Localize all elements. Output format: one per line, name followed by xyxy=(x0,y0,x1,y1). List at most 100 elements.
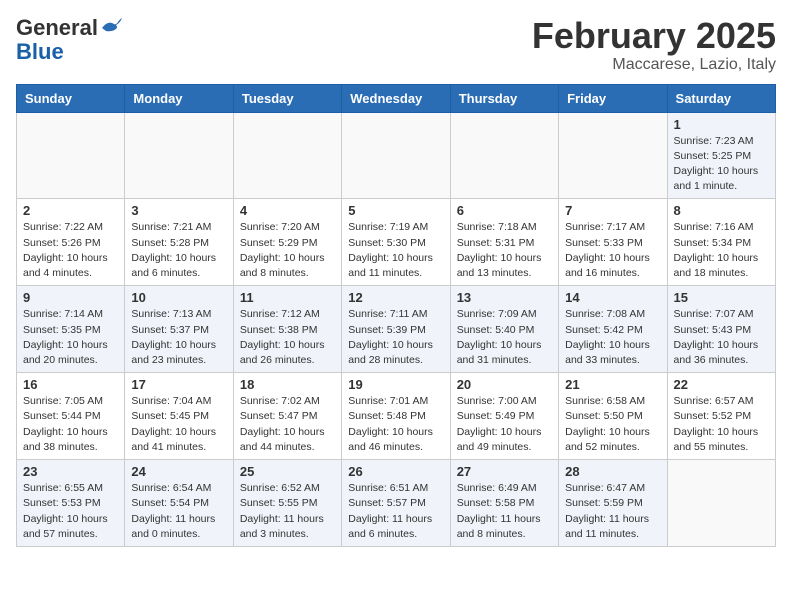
day-info: Sunrise: 7:09 AM Sunset: 5:40 PM Dayligh… xyxy=(457,307,552,368)
day-info: Sunrise: 7:21 AM Sunset: 5:28 PM Dayligh… xyxy=(131,220,226,281)
location-title: Maccarese, Lazio, Italy xyxy=(532,56,776,74)
calendar-cell xyxy=(559,112,667,199)
day-info: Sunrise: 7:12 AM Sunset: 5:38 PM Dayligh… xyxy=(240,307,335,368)
day-number: 9 xyxy=(23,290,118,305)
calendar-cell: 17Sunrise: 7:04 AM Sunset: 5:45 PM Dayli… xyxy=(125,373,233,460)
calendar-cell: 9 Sunrise: 7:14 AM Sunset: 5:35 PM Daylig… xyxy=(17,286,125,373)
day-number: 13 xyxy=(457,290,552,305)
logo: General Blue xyxy=(16,16,122,64)
day-info: Sunrise: 7:19 AM Sunset: 5:30 PM Dayligh… xyxy=(348,220,443,281)
calendar-cell: 4 Sunrise: 7:20 AM Sunset: 5:29 PM Daylig… xyxy=(233,199,341,286)
calendar-cell: 1 Sunrise: 7:23 AM Sunset: 5:25 PM Daylig… xyxy=(667,112,775,199)
calendar-cell xyxy=(125,112,233,199)
calendar-cell: 14Sunrise: 7:08 AM Sunset: 5:42 PM Dayli… xyxy=(559,286,667,373)
day-number: 18 xyxy=(240,377,335,392)
calendar-cell xyxy=(342,112,450,199)
day-number: 6 xyxy=(457,203,552,218)
title-block: February 2025 Maccarese, Lazio, Italy xyxy=(532,16,776,74)
calendar-cell: 7Sunrise: 7:17 AM Sunset: 5:33 PM Daylig… xyxy=(559,199,667,286)
day-info: Sunrise: 7:23 AM Sunset: 5:25 PM Dayligh… xyxy=(674,134,769,195)
day-info: Sunrise: 7:02 AM Sunset: 5:47 PM Dayligh… xyxy=(240,394,335,455)
calendar-cell: 23Sunrise: 6:55 AM Sunset: 5:53 PM Dayli… xyxy=(17,460,125,547)
calendar-cell: 6 Sunrise: 7:18 AM Sunset: 5:31 PM Daylig… xyxy=(450,199,558,286)
calendar-table: SundayMondayTuesdayWednesdayThursdayFrid… xyxy=(16,84,776,547)
calendar-cell: 26 Sunrise: 6:51 AM Sunset: 5:57 PM Dayli… xyxy=(342,460,450,547)
day-info: Sunrise: 7:01 AM Sunset: 5:48 PM Dayligh… xyxy=(348,394,443,455)
calendar-week-row: 9 Sunrise: 7:14 AM Sunset: 5:35 PM Daylig… xyxy=(17,286,776,373)
weekday-header-friday: Friday xyxy=(559,84,667,112)
calendar-cell: 27Sunrise: 6:49 AM Sunset: 5:58 PM Dayli… xyxy=(450,460,558,547)
calendar-cell: 8Sunrise: 7:16 AM Sunset: 5:34 PM Daylig… xyxy=(667,199,775,286)
day-number: 26 xyxy=(348,464,443,479)
day-number: 22 xyxy=(674,377,769,392)
day-info: Sunrise: 6:58 AM Sunset: 5:50 PM Dayligh… xyxy=(565,394,660,455)
calendar-cell xyxy=(450,112,558,199)
day-number: 11 xyxy=(240,290,335,305)
weekday-header-tuesday: Tuesday xyxy=(233,84,341,112)
day-info: Sunrise: 7:13 AM Sunset: 5:37 PM Dayligh… xyxy=(131,307,226,368)
calendar-week-row: 2 Sunrise: 7:22 AM Sunset: 5:26 PM Daylig… xyxy=(17,199,776,286)
day-info: Sunrise: 7:20 AM Sunset: 5:29 PM Dayligh… xyxy=(240,220,335,281)
day-info: Sunrise: 7:14 AM Sunset: 5:35 PM Dayligh… xyxy=(23,307,118,368)
calendar-cell: 13 Sunrise: 7:09 AM Sunset: 5:40 PM Dayli… xyxy=(450,286,558,373)
day-number: 15 xyxy=(674,290,769,305)
calendar-cell xyxy=(233,112,341,199)
calendar-cell: 20 Sunrise: 7:00 AM Sunset: 5:49 PM Dayli… xyxy=(450,373,558,460)
logo-bird-icon xyxy=(100,18,122,36)
day-info: Sunrise: 7:00 AM Sunset: 5:49 PM Dayligh… xyxy=(457,394,552,455)
day-info: Sunrise: 6:52 AM Sunset: 5:55 PM Dayligh… xyxy=(240,481,335,542)
calendar-cell: 16 Sunrise: 7:05 AM Sunset: 5:44 PM Dayli… xyxy=(17,373,125,460)
day-number: 20 xyxy=(457,377,552,392)
calendar-cell: 24 Sunrise: 6:54 AM Sunset: 5:54 PM Dayli… xyxy=(125,460,233,547)
weekday-header-monday: Monday xyxy=(125,84,233,112)
day-info: Sunrise: 7:11 AM Sunset: 5:39 PM Dayligh… xyxy=(348,307,443,368)
day-info: Sunrise: 6:49 AM Sunset: 5:58 PM Dayligh… xyxy=(457,481,552,542)
day-number: 25 xyxy=(240,464,335,479)
day-info: Sunrise: 7:22 AM Sunset: 5:26 PM Dayligh… xyxy=(23,220,118,281)
calendar-cell: 11 Sunrise: 7:12 AM Sunset: 5:38 PM Dayli… xyxy=(233,286,341,373)
day-number: 8 xyxy=(674,203,769,218)
calendar-header-row: SundayMondayTuesdayWednesdayThursdayFrid… xyxy=(17,84,776,112)
calendar-cell: 2 Sunrise: 7:22 AM Sunset: 5:26 PM Daylig… xyxy=(17,199,125,286)
day-number: 4 xyxy=(240,203,335,218)
day-number: 3 xyxy=(131,203,226,218)
calendar-cell: 21 Sunrise: 6:58 AM Sunset: 5:50 PM Dayli… xyxy=(559,373,667,460)
calendar-week-row: 1 Sunrise: 7:23 AM Sunset: 5:25 PM Daylig… xyxy=(17,112,776,199)
day-info: Sunrise: 7:07 AM Sunset: 5:43 PM Dayligh… xyxy=(674,307,769,368)
day-info: Sunrise: 7:17 AM Sunset: 5:33 PM Dayligh… xyxy=(565,220,660,281)
day-number: 21 xyxy=(565,377,660,392)
day-info: Sunrise: 7:08 AM Sunset: 5:42 PM Dayligh… xyxy=(565,307,660,368)
day-info: Sunrise: 6:47 AM Sunset: 5:59 PM Dayligh… xyxy=(565,481,660,542)
day-info: Sunrise: 6:54 AM Sunset: 5:54 PM Dayligh… xyxy=(131,481,226,542)
day-number: 5 xyxy=(348,203,443,218)
day-number: 10 xyxy=(131,290,226,305)
day-number: 28 xyxy=(565,464,660,479)
calendar-week-row: 16 Sunrise: 7:05 AM Sunset: 5:44 PM Dayli… xyxy=(17,373,776,460)
calendar-cell: 19 Sunrise: 7:01 AM Sunset: 5:48 PM Dayli… xyxy=(342,373,450,460)
weekday-header-thursday: Thursday xyxy=(450,84,558,112)
day-info: Sunrise: 6:57 AM Sunset: 5:52 PM Dayligh… xyxy=(674,394,769,455)
weekday-header-saturday: Saturday xyxy=(667,84,775,112)
calendar-cell: 3 Sunrise: 7:21 AM Sunset: 5:28 PM Daylig… xyxy=(125,199,233,286)
calendar-cell: 18 Sunrise: 7:02 AM Sunset: 5:47 PM Dayli… xyxy=(233,373,341,460)
weekday-header-sunday: Sunday xyxy=(17,84,125,112)
day-number: 2 xyxy=(23,203,118,218)
day-info: Sunrise: 6:55 AM Sunset: 5:53 PM Dayligh… xyxy=(23,481,118,542)
logo-general: General xyxy=(16,16,98,40)
day-number: 12 xyxy=(348,290,443,305)
calendar-cell: 22 Sunrise: 6:57 AM Sunset: 5:52 PM Dayli… xyxy=(667,373,775,460)
calendar-cell xyxy=(17,112,125,199)
day-info: Sunrise: 6:51 AM Sunset: 5:57 PM Dayligh… xyxy=(348,481,443,542)
calendar-cell: 15 Sunrise: 7:07 AM Sunset: 5:43 PM Dayli… xyxy=(667,286,775,373)
day-number: 19 xyxy=(348,377,443,392)
day-info: Sunrise: 7:05 AM Sunset: 5:44 PM Dayligh… xyxy=(23,394,118,455)
calendar-cell: 10 Sunrise: 7:13 AM Sunset: 5:37 PM Dayli… xyxy=(125,286,233,373)
day-number: 16 xyxy=(23,377,118,392)
day-number: 1 xyxy=(674,117,769,132)
day-number: 17 xyxy=(131,377,226,392)
day-number: 24 xyxy=(131,464,226,479)
calendar-cell: 12 Sunrise: 7:11 AM Sunset: 5:39 PM Dayli… xyxy=(342,286,450,373)
calendar-week-row: 23Sunrise: 6:55 AM Sunset: 5:53 PM Dayli… xyxy=(17,460,776,547)
day-info: Sunrise: 7:18 AM Sunset: 5:31 PM Dayligh… xyxy=(457,220,552,281)
calendar-cell xyxy=(667,460,775,547)
